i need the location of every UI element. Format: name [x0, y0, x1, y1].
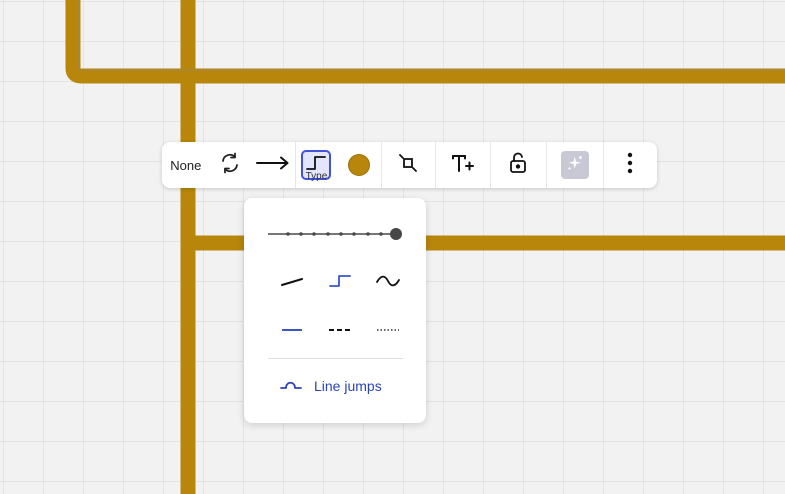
- more-vertical-icon: [627, 152, 633, 179]
- line-type-panel: Line jumps: [244, 198, 426, 423]
- line-color-button[interactable]: [337, 142, 381, 188]
- text-plus-icon: [451, 153, 475, 178]
- style-dashed-option[interactable]: [322, 316, 358, 342]
- snap-square-icon: [398, 153, 418, 178]
- straight-line-icon: [281, 274, 303, 292]
- connector-frame-left-bottom: [65, 0, 785, 84]
- sparkle-icon: [566, 154, 584, 177]
- type-tooltip: Type: [305, 171, 328, 182]
- color-swatch: [348, 154, 370, 176]
- style-dotted-option[interactable]: [370, 316, 406, 342]
- connector-toolbar: None Type: [162, 142, 657, 188]
- ai-assist-box: [560, 151, 589, 179]
- curved-line-icon: [376, 274, 400, 292]
- dotted-line-icon: [376, 320, 400, 338]
- slider-thumb[interactable]: [390, 228, 402, 240]
- end-cap-button[interactable]: [251, 142, 295, 188]
- line-thickness-slider[interactable]: [268, 226, 402, 242]
- shape-curved-option[interactable]: [370, 270, 406, 296]
- style-solid-option[interactable]: [274, 316, 310, 342]
- shape-straight-option[interactable]: [274, 270, 310, 296]
- solid-line-icon: [281, 320, 303, 338]
- line-jumps-label: Line jumps: [314, 378, 382, 394]
- lock-button[interactable]: [491, 142, 546, 188]
- add-text-button[interactable]: [436, 142, 489, 188]
- ai-assist-button[interactable]: [547, 142, 602, 188]
- start-cap-label: None: [170, 157, 202, 173]
- shape-elbow-option[interactable]: [322, 270, 358, 296]
- connector-lines[interactable]: [65, 0, 785, 494]
- line-jump-icon: [280, 377, 302, 395]
- line-jumps-toggle[interactable]: Line jumps: [280, 376, 382, 396]
- start-cap-button[interactable]: None: [162, 142, 210, 188]
- swap-arrows-icon: [219, 152, 241, 179]
- swap-direction-button[interactable]: [210, 142, 252, 188]
- arrow-right-icon: [255, 156, 290, 175]
- panel-divider: [268, 358, 403, 359]
- unlock-icon: [509, 152, 527, 179]
- more-options-button[interactable]: [603, 142, 656, 188]
- snap-points-button[interactable]: [382, 142, 435, 188]
- line-type-button[interactable]: Type: [296, 142, 338, 188]
- dashed-line-icon: [328, 320, 352, 338]
- elbow-line-icon: [329, 274, 351, 293]
